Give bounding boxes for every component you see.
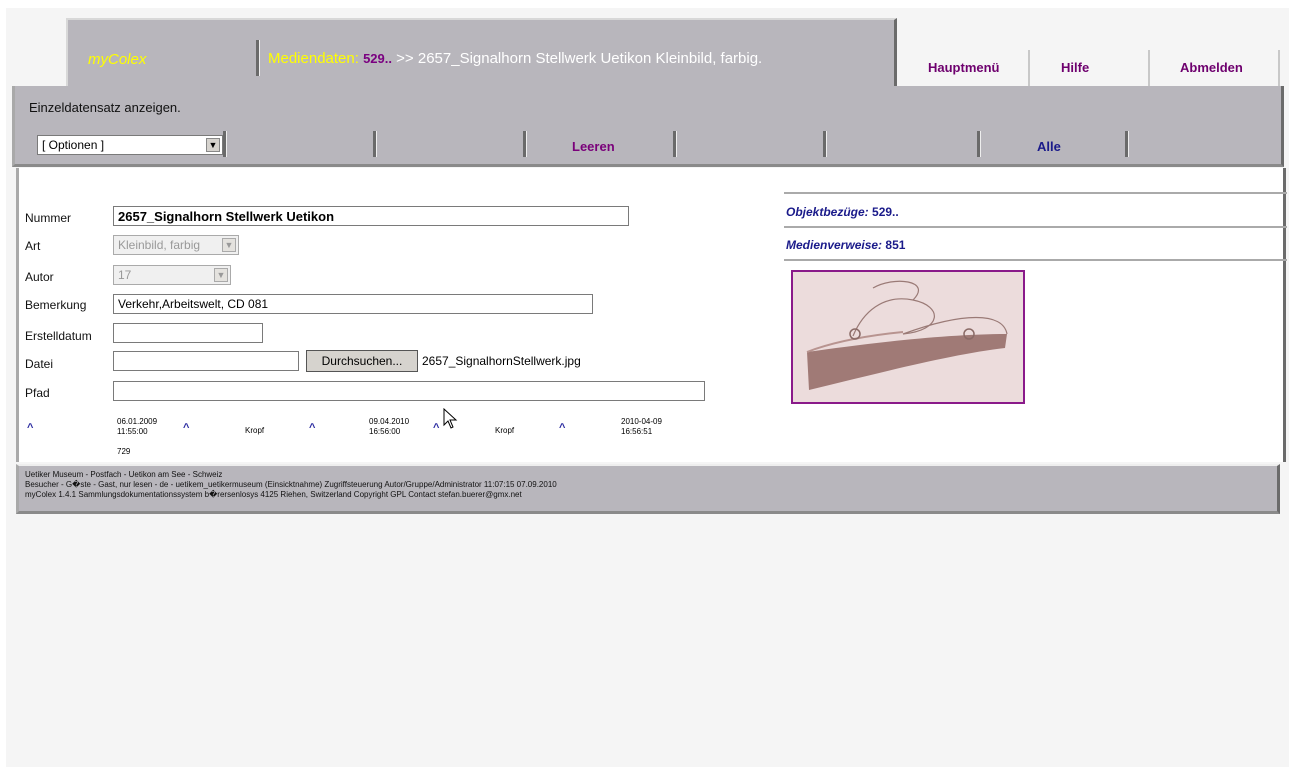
bemerkung-label: Bemerkung	[25, 298, 87, 312]
created-time: 11:55:00	[117, 427, 148, 436]
page: myColex Mediendaten: 529.. >> 2657_Signa…	[6, 8, 1289, 767]
title-number: 529..	[363, 51, 392, 66]
created-date: 06.01.2009	[117, 417, 158, 426]
caret-up-icon[interactable]: ^	[183, 422, 189, 434]
record-content: Nummer 2657_Signalhorn Stellwerk Uetikon…	[16, 168, 1287, 462]
pfad-field[interactable]	[113, 381, 705, 401]
nummer-value: 2657_Signalhorn Stellwerk Uetikon	[118, 209, 335, 224]
toolbar-separator	[1125, 131, 1129, 157]
toolbar-separator	[673, 131, 677, 157]
record-id: 729	[117, 447, 131, 456]
title-rest: >> 2657_Signalhorn Stellwerk Uetikon Kle…	[396, 50, 763, 67]
modified-timestamp: 09.04.2010 16:56:00	[369, 417, 409, 437]
signal-horn-image	[793, 272, 1023, 402]
autor-label: Autor	[25, 270, 54, 284]
brand-text: myColex	[88, 51, 147, 68]
toolbar-separator	[823, 131, 827, 157]
object-references-link[interactable]: Objektbezüge: 529..	[786, 205, 899, 219]
media-references-value: 851	[885, 238, 906, 252]
title-label: Mediendaten:	[268, 50, 359, 67]
autor-value: 17	[118, 268, 132, 282]
caret-up-icon[interactable]: ^	[309, 422, 315, 434]
title-tab: myColex Mediendaten: 529.. >> 2657_Signa…	[66, 18, 897, 96]
nummer-field[interactable]: 2657_Signalhorn Stellwerk Uetikon	[113, 206, 629, 226]
object-references-label: Objektbezüge:	[786, 205, 869, 219]
erstelldatum-label: Erstelldatum	[25, 329, 92, 343]
datei-label: Datei	[25, 357, 54, 371]
erstelldatum-field[interactable]	[113, 323, 263, 343]
autor-select[interactable]: 17 ▼	[113, 265, 231, 285]
art-value: Kleinbild, farbig	[118, 238, 201, 252]
all-link[interactable]: Alle	[1037, 139, 1061, 154]
system-timestamp: 2010-04-09 16:56:51	[621, 417, 662, 437]
footer-address: Uetiker Museum - Postfach - Uetikon am S…	[25, 470, 223, 479]
created-timestamp: 06.01.2009 11:55:00	[117, 417, 157, 437]
pfad-label: Pfad	[25, 386, 50, 400]
media-references-label: Medienverweise:	[786, 238, 883, 252]
chevron-down-icon: ▼	[206, 138, 220, 152]
page-title: Mediendaten: 529.. >> 2657_Signalhorn St…	[268, 50, 762, 67]
bemerkung-field[interactable]: Verkehr,Arbeitswelt, CD 081	[113, 294, 593, 314]
object-references-value: 529..	[872, 205, 899, 219]
clear-link[interactable]: Leeren	[572, 139, 615, 154]
divider	[784, 226, 1287, 228]
modified-by: Kropf	[495, 426, 515, 435]
divider	[784, 192, 1287, 194]
modified-time: 16:56:00	[369, 427, 401, 436]
logout-link[interactable]: Abmelden	[1180, 60, 1243, 75]
toolbar-separator	[977, 131, 981, 157]
art-label: Art	[25, 239, 41, 253]
options-select[interactable]: [ Optionen ] ▼	[37, 135, 223, 155]
stamp-date: 2010-04-09	[621, 417, 662, 426]
toolbar-separator	[523, 131, 527, 157]
footer-copyright: myColex 1.4.1 Sammlungsdokumentationssys…	[25, 490, 522, 499]
bemerkung-value: Verkehr,Arbeitswelt, CD 081	[118, 297, 269, 311]
footer-session: Besucher - G�ste - Gast, nur lesen - de …	[25, 480, 557, 489]
chevron-down-icon: ▼	[214, 268, 228, 282]
media-thumbnail[interactable]	[791, 270, 1025, 404]
footer: Uetiker Museum - Postfach - Uetikon am S…	[16, 464, 1280, 514]
caret-up-icon[interactable]: ^	[27, 422, 33, 434]
caret-up-icon[interactable]: ^	[559, 422, 565, 434]
options-select-value: [ Optionen ]	[42, 138, 105, 152]
created-by: Kropf	[245, 426, 265, 435]
datei-file-input[interactable]	[113, 351, 299, 371]
view-description: Einzeldatensatz anzeigen.	[29, 100, 181, 115]
chevron-down-icon: ▼	[222, 238, 236, 252]
main-menu-link[interactable]: Hauptmenü	[928, 60, 1000, 75]
stamp-time: 16:56:51	[621, 427, 653, 436]
toolbar-band: Einzeldatensatz anzeigen. [ Optionen ] ▼…	[12, 86, 1284, 167]
nav-separator	[1148, 50, 1150, 86]
brand-logo[interactable]: myColex	[88, 51, 146, 68]
caret-up-icon[interactable]: ^	[433, 422, 439, 434]
nav-separator	[1028, 50, 1030, 86]
help-link[interactable]: Hilfe	[1061, 60, 1089, 75]
current-file-name: 2657_SignalhornStellwerk.jpg	[422, 354, 581, 368]
nav-separator	[1278, 50, 1280, 86]
modified-date: 09.04.2010	[369, 417, 410, 426]
mouse-cursor-icon	[443, 408, 458, 429]
toolbar-separator	[223, 131, 227, 157]
divider	[784, 259, 1287, 261]
nummer-label: Nummer	[25, 211, 72, 225]
title-separator	[256, 40, 260, 76]
browse-button[interactable]: Durchsuchen...	[306, 350, 418, 372]
media-references-link[interactable]: Medienverweise: 851	[786, 238, 905, 252]
art-select[interactable]: Kleinbild, farbig ▼	[113, 235, 239, 255]
toolbar-separator	[373, 131, 377, 157]
